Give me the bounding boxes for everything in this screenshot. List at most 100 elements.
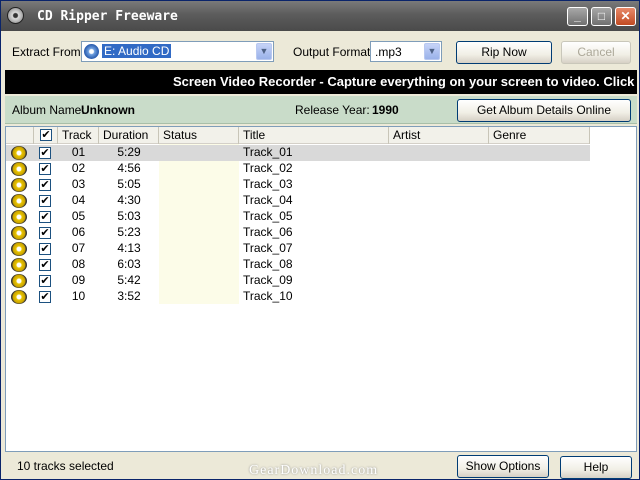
track-title[interactable]: Track_01 (243, 145, 389, 161)
get-album-details-button[interactable]: Get Album Details Online (457, 99, 631, 122)
select-all-checkbox[interactable]: ✔ (40, 129, 52, 141)
output-format-label: Output Format: (293, 45, 374, 59)
header-title[interactable]: Title (239, 127, 389, 144)
track-title[interactable]: Track_04 (243, 193, 389, 209)
cd-track-icon (11, 194, 27, 208)
output-format-value: .mp3 (375, 45, 402, 59)
close-button[interactable]: ✕ (615, 7, 636, 26)
cd-track-icon (11, 258, 27, 272)
track-checkbox[interactable]: ✔ (39, 179, 51, 191)
table-row[interactable]: ✔ 01 5:29 Track_01 (6, 145, 590, 161)
header-duration[interactable]: Duration (99, 127, 159, 144)
status-text: 10 tracks selected (17, 459, 114, 473)
track-number: 08 (71, 257, 86, 271)
title-bar[interactable]: CD Ripper Freeware _ □ ✕ (1, 1, 639, 31)
track-duration: 4:13 (117, 241, 141, 255)
table-row[interactable]: ✔ 04 4:30 Track_04 (6, 193, 590, 209)
cd-track-icon (11, 226, 27, 240)
cd-track-icon (11, 178, 27, 192)
table-row[interactable]: ✔ 09 5:42 Track_09 (6, 273, 590, 289)
track-checkbox[interactable]: ✔ (39, 227, 51, 239)
track-duration: 5:03 (117, 209, 141, 223)
track-checkbox[interactable]: ✔ (39, 147, 51, 159)
release-year-value[interactable]: 1990 (372, 103, 399, 117)
track-title[interactable]: Track_06 (243, 225, 389, 241)
track-duration: 5:05 (117, 177, 141, 191)
cd-track-icon (11, 146, 27, 160)
ad-banner[interactable]: Screen Video Recorder - Capture everythi… (5, 70, 637, 94)
header-genre[interactable]: Genre (489, 127, 590, 144)
track-title[interactable]: Track_10 (243, 289, 389, 305)
release-year-label: Release Year: (295, 103, 370, 117)
header-track[interactable]: Track (58, 127, 99, 144)
window-title: CD Ripper Freeware (37, 9, 178, 24)
minimize-button[interactable]: _ (567, 7, 588, 26)
rip-now-button[interactable]: Rip Now (456, 41, 552, 64)
header-artist[interactable]: Artist (389, 127, 489, 144)
track-duration: 3:52 (117, 289, 141, 303)
track-number: 05 (71, 209, 86, 223)
track-number: 02 (71, 161, 86, 175)
track-title[interactable]: Track_08 (243, 257, 389, 273)
header-icon-column (6, 127, 34, 144)
track-checkbox[interactable]: ✔ (39, 195, 51, 207)
track-duration: 5:29 (117, 145, 141, 159)
extract-from-select[interactable]: E: Audio CD ▼ (81, 41, 274, 62)
track-title[interactable]: Track_09 (243, 273, 389, 289)
track-title[interactable]: Track_07 (243, 241, 389, 257)
table-row[interactable]: ✔ 03 5:05 Track_03 (6, 177, 590, 193)
track-checkbox[interactable]: ✔ (39, 291, 51, 303)
album-name-value[interactable]: Unknown (81, 103, 135, 117)
watermark-logo: GearDownload.com (249, 463, 379, 478)
track-checkbox[interactable]: ✔ (39, 259, 51, 271)
app-window: CD Ripper Freeware _ □ ✕ Extract From: E… (0, 0, 640, 480)
track-number: 06 (71, 225, 86, 239)
track-title[interactable]: Track_02 (243, 161, 389, 177)
table-row[interactable]: ✔ 02 4:56 Track_02 (6, 161, 590, 177)
track-duration: 6:03 (117, 257, 141, 271)
track-number: 04 (71, 193, 86, 207)
table-row[interactable]: ✔ 05 5:03 Track_05 (6, 209, 590, 225)
track-number: 09 (71, 273, 86, 287)
table-row[interactable]: ✔ 08 6:03 Track_08 (6, 257, 590, 273)
cd-app-icon (7, 7, 24, 24)
track-duration: 5:42 (117, 273, 141, 287)
cd-track-icon (11, 290, 27, 304)
header-status[interactable]: Status (159, 127, 239, 144)
show-options-button[interactable]: Show Options (457, 455, 549, 478)
track-number: 03 (71, 177, 86, 191)
track-title[interactable]: Track_05 (243, 209, 389, 225)
cancel-button[interactable]: Cancel (561, 41, 631, 64)
cd-drive-icon (84, 44, 99, 59)
maximize-icon: □ (597, 9, 606, 23)
header-select-all[interactable]: ✔ (34, 127, 58, 144)
track-checkbox[interactable]: ✔ (39, 275, 51, 287)
cd-track-icon (11, 242, 27, 256)
close-icon: ✕ (620, 9, 631, 23)
track-checkbox[interactable]: ✔ (39, 211, 51, 223)
track-checkbox[interactable]: ✔ (39, 163, 51, 175)
chevron-down-icon[interactable]: ▼ (256, 43, 272, 60)
table-row[interactable]: ✔ 07 4:13 Track_07 (6, 241, 590, 257)
chevron-down-icon[interactable]: ▼ (424, 43, 440, 60)
track-checkbox[interactable]: ✔ (39, 243, 51, 255)
track-duration: 4:56 (117, 161, 141, 175)
album-name-label: Album Name: (12, 103, 85, 117)
maximize-button[interactable]: □ (591, 7, 612, 26)
track-duration: 4:30 (117, 193, 141, 207)
extract-from-label: Extract From: (12, 45, 85, 59)
cd-track-icon (11, 274, 27, 288)
track-number: 07 (71, 241, 86, 255)
track-list[interactable]: ✔ Track Duration Status Title Artist Gen… (5, 126, 637, 452)
minimize-icon: _ (574, 9, 581, 23)
track-list-header: ✔ Track Duration Status Title Artist Gen… (6, 127, 590, 144)
track-number: 10 (71, 289, 86, 303)
table-row[interactable]: ✔ 06 5:23 Track_06 (6, 225, 590, 241)
track-duration: 5:23 (117, 225, 141, 239)
output-format-select[interactable]: .mp3 ▼ (370, 41, 442, 62)
table-row[interactable]: ✔ 10 3:52 Track_10 (6, 289, 590, 305)
track-title[interactable]: Track_03 (243, 177, 389, 193)
help-button[interactable]: Help (560, 456, 632, 479)
cd-track-icon (11, 162, 27, 176)
track-number: 01 (71, 145, 86, 159)
